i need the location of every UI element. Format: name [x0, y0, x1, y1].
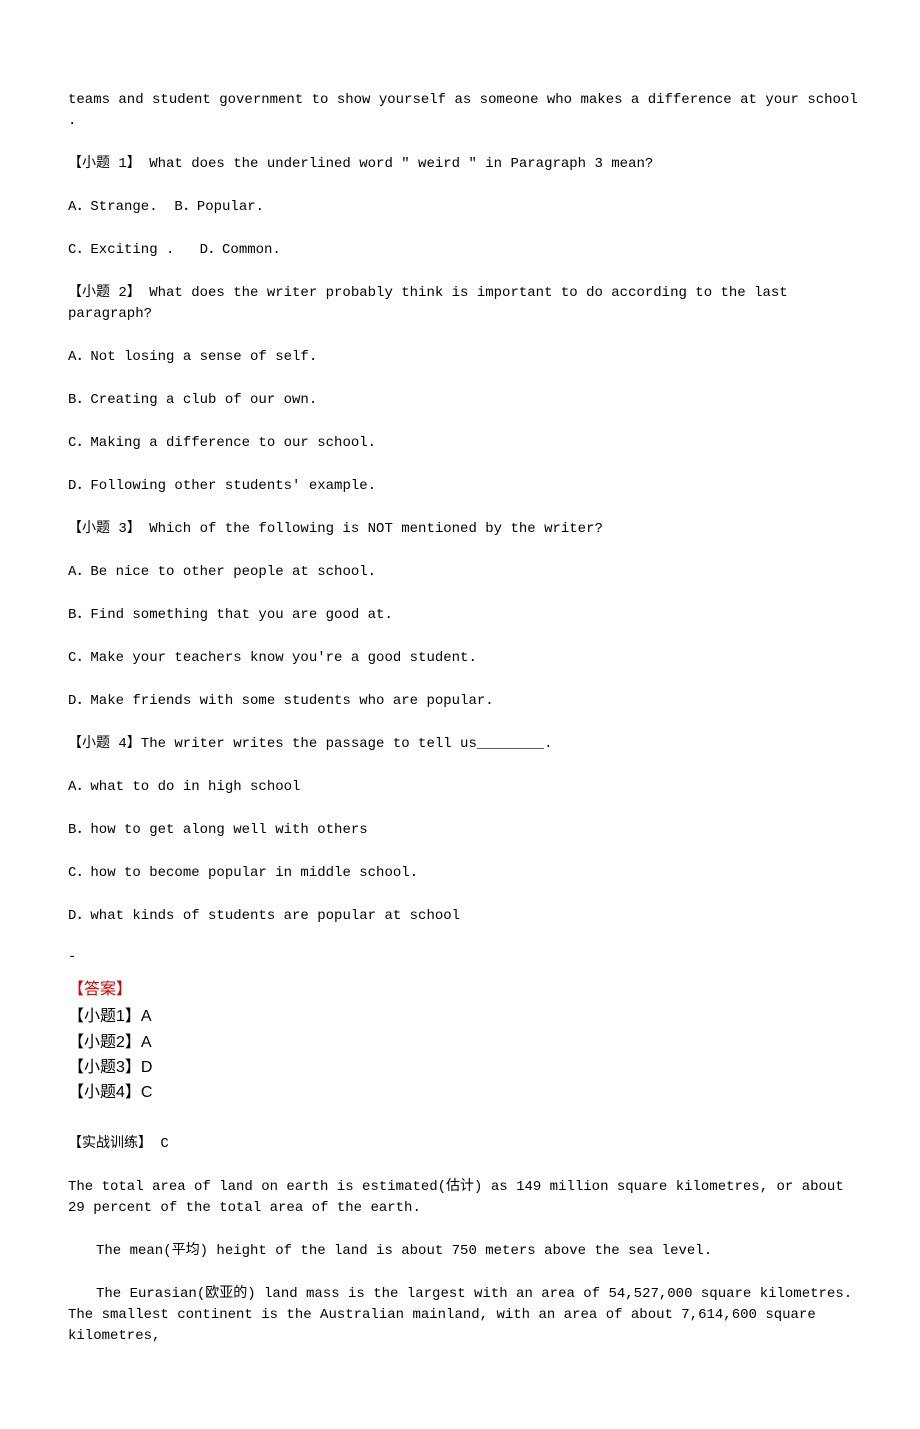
intro-text: teams and student government to show you… — [68, 90, 860, 132]
section-c-p2: The mean(平均) height of the land is about… — [68, 1241, 860, 1262]
q1-option-cd: C．Exciting . D．Common. — [68, 240, 860, 261]
q1-stem: 【小题 1】 What does the underlined word " w… — [68, 154, 860, 175]
answer-q1: 【小题1】A — [68, 1005, 860, 1028]
q2-option-d: D．Following other students' example. — [68, 476, 860, 497]
answer-q3: 【小题3】D — [68, 1056, 860, 1079]
answer-title: 【答案】 — [68, 979, 860, 1001]
q4-option-b: B．how to get along well with others — [68, 820, 860, 841]
q4-stem: 【小题 4】The writer writes the passage to t… — [68, 734, 860, 755]
answer-q4: 【小题4】C — [68, 1081, 860, 1104]
section-gap — [68, 1106, 860, 1134]
section-c-p2-text: The mean(平均) height of the land is about… — [96, 1243, 712, 1259]
section-c-p3: The Eurasian(欧亚的) land mass is the large… — [68, 1284, 860, 1347]
q3-option-c: C．Make your teachers know you're a good … — [68, 648, 860, 669]
q1-option-ab: A．Strange. B．Popular. — [68, 197, 860, 218]
q4-option-a: A．what to do in high school — [68, 777, 860, 798]
q2-stem: 【小题 2】 What does the writer probably thi… — [68, 283, 860, 325]
section-c-p3-text: The Eurasian(欧亚的) land mass is the large… — [68, 1286, 861, 1344]
q2-option-b: B．Creating a club of our own. — [68, 390, 860, 411]
section-c-p1: The total area of land on earth is estim… — [68, 1177, 860, 1219]
q3-option-a: A．Be nice to other people at school. — [68, 562, 860, 583]
q2-option-c: C．Making a difference to our school. — [68, 433, 860, 454]
separator-dash: - — [68, 949, 860, 965]
q3-stem: 【小题 3】 Which of the following is NOT men… — [68, 519, 860, 540]
q3-option-b: B．Find something that you are good at. — [68, 605, 860, 626]
q4-option-d: D．what kinds of students are popular at … — [68, 906, 860, 927]
q3-option-d: D．Make friends with some students who ar… — [68, 691, 860, 712]
q2-option-a: A．Not losing a sense of self. — [68, 347, 860, 368]
q4-option-c: C．how to become popular in middle school… — [68, 863, 860, 884]
document-page: teams and student government to show you… — [0, 0, 920, 1429]
answer-q2: 【小题2】A — [68, 1031, 860, 1054]
section-c-title: 【实战训练】 C — [68, 1134, 860, 1155]
